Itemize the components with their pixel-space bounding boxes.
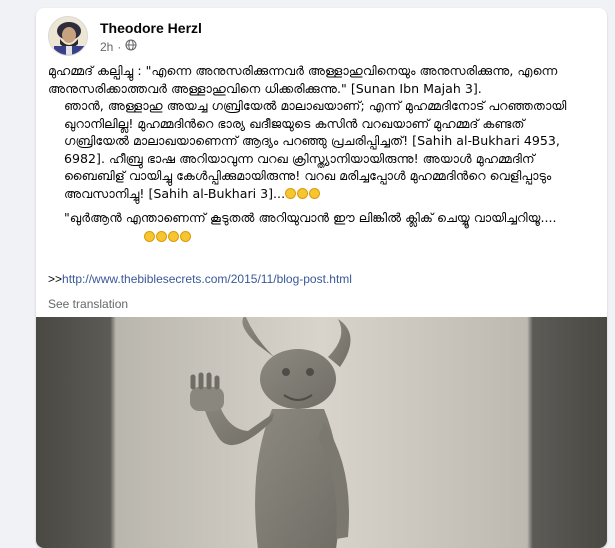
post-photo[interactable] <box>36 317 607 548</box>
grinning-emoji-icon <box>156 230 167 242</box>
post-header: Theodore Herzl 2h · <box>48 16 595 56</box>
see-translation-link[interactable]: See translation <box>48 297 128 311</box>
post-card: Theodore Herzl 2h · മുഹമ്മദ് കല്പിച്ചു :… <box>36 8 607 548</box>
post-timestamp[interactable]: 2h <box>100 40 113 54</box>
globe-icon[interactable] <box>125 39 137 54</box>
link-line: >>http://www.thebiblesecrets.com/2015/11… <box>48 272 352 286</box>
post-paragraph-2-text: ഞാൻ, അള്ളാഹു അയച്ച ഗബ്രിയേൽ മാലാഖയാണ്; എ… <box>64 98 567 201</box>
statue-photo-image <box>36 317 607 548</box>
post-text: മുഹമ്മദ് കല്പിച്ചു : "എന്നെ അനുസരിക്കുന്… <box>48 62 588 242</box>
author-name[interactable]: Theodore Herzl <box>100 20 202 36</box>
post-paragraph-2: ഞാൻ, അള്ളാഹു അയച്ച ഗബ്രിയേൽ മാലാഖയാണ്; എ… <box>48 97 588 202</box>
post-meta: 2h · <box>100 39 137 54</box>
grinning-emoji-icon <box>309 187 321 199</box>
meta-separator: · <box>117 39 122 54</box>
avatar-portrait-image <box>49 17 87 55</box>
crazy-face-emoji-icon <box>180 230 191 242</box>
grinning-emoji-icon <box>144 230 155 242</box>
post-paragraph-3: "ഖുർആൻ എന്താണെന്ന് കൂടുതൽ അറിയുവാൻ ഈ ലിങ… <box>64 210 557 225</box>
grinning-emoji-icon <box>168 230 179 242</box>
crazy-face-emoji-icon <box>285 187 297 199</box>
blog-post-link[interactable]: http://www.thebiblesecrets.com/2015/11/b… <box>62 272 352 286</box>
laughing-emoji-icon <box>297 187 309 199</box>
author-avatar[interactable] <box>48 16 88 56</box>
emoji-row <box>48 228 588 242</box>
post-paragraph-1: മുഹമ്മദ് കല്പിച്ചു : "എന്നെ അനുസരിക്കുന്… <box>48 63 558 96</box>
link-prefix: >> <box>48 272 63 286</box>
